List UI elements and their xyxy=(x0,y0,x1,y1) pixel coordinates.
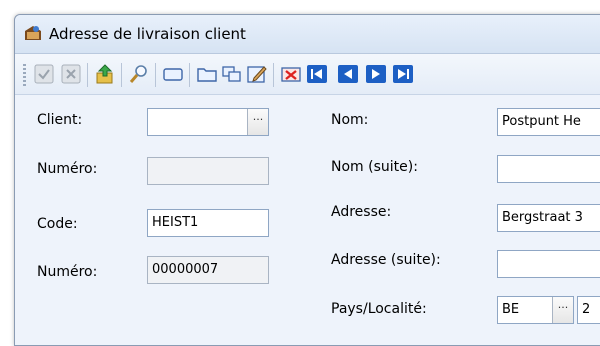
export-icon[interactable] xyxy=(94,63,116,85)
cancel-icon[interactable] xyxy=(60,63,82,85)
form-area: Client: ··· Numéro: Code: HEIST1 Numéro:… xyxy=(16,96,600,345)
toolbar xyxy=(15,54,600,95)
first-icon[interactable] xyxy=(306,63,328,85)
nom-input[interactable]: Postpunt He xyxy=(497,108,600,136)
toolbar-separator xyxy=(87,63,88,87)
search-icon[interactable] xyxy=(128,63,150,85)
window-title: Adresse de livraison client xyxy=(49,25,246,43)
title-bar: Adresse de livraison client xyxy=(15,15,600,54)
toolbar-separator xyxy=(273,63,274,87)
pays-localite-label: Pays/Localité: xyxy=(331,301,427,317)
nom-suite-label: Nom (suite): xyxy=(331,159,418,175)
toolbar-separator xyxy=(189,63,190,87)
client-lookup-button[interactable]: ··· xyxy=(247,109,268,135)
next-icon[interactable] xyxy=(365,63,387,85)
numero-field xyxy=(147,157,269,185)
pays-value: BE xyxy=(502,302,520,317)
copy-icon[interactable] xyxy=(221,63,243,85)
client-input[interactable]: ··· xyxy=(147,108,269,136)
numero-value-2: 00000007 xyxy=(152,262,219,277)
nom-suite-input[interactable] xyxy=(497,155,600,183)
localite-input[interactable]: 2 xyxy=(577,296,600,324)
toolbar-grip[interactable] xyxy=(23,64,26,86)
nom-value: Postpunt He xyxy=(502,114,581,129)
toolbar-separator xyxy=(155,63,156,87)
delete-icon[interactable] xyxy=(280,63,302,85)
code-label: Code: xyxy=(37,216,78,232)
rectangle-icon[interactable] xyxy=(162,63,184,85)
last-icon[interactable] xyxy=(392,63,414,85)
prev-icon[interactable] xyxy=(337,63,359,85)
app-icon xyxy=(25,26,41,40)
adresse-label: Adresse: xyxy=(331,204,392,220)
code-input[interactable]: HEIST1 xyxy=(147,209,269,237)
window: Adresse de livraison client Client: ··· … xyxy=(14,14,600,346)
confirm-icon[interactable] xyxy=(33,63,55,85)
adresse-input[interactable]: Bergstraat 3 xyxy=(497,204,600,232)
numero-label-2: Numéro: xyxy=(37,264,98,280)
toolbar-separator xyxy=(121,63,122,87)
pays-lookup-button[interactable]: ··· xyxy=(552,297,573,323)
pays-input[interactable]: BE ··· xyxy=(497,296,574,324)
adresse-value: Bergstraat 3 xyxy=(502,210,583,225)
localite-value: 2 xyxy=(582,302,591,317)
edit-icon[interactable] xyxy=(246,63,268,85)
adresse-suite-input[interactable] xyxy=(497,250,600,278)
adresse-suite-label: Adresse (suite): xyxy=(331,252,441,268)
numero-field-2: 00000007 xyxy=(147,256,269,284)
nom-label: Nom: xyxy=(331,112,369,128)
numero-label: Numéro: xyxy=(37,161,98,177)
client-label: Client: xyxy=(37,112,83,128)
folder-icon[interactable] xyxy=(196,63,218,85)
code-value: HEIST1 xyxy=(152,215,199,230)
